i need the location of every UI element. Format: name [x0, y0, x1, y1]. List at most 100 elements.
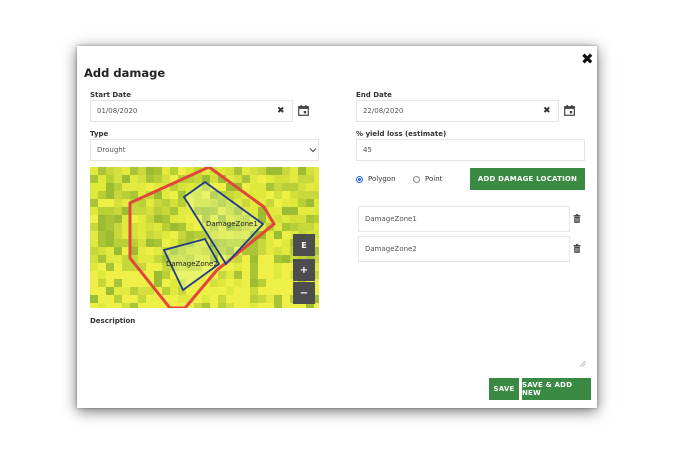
raster-cell: [290, 183, 298, 191]
raster-cell: [290, 191, 298, 199]
start-date-input[interactable]: 01/08/2020: [90, 100, 293, 122]
raster-cell: [282, 263, 290, 271]
save-and-add-new-button[interactable]: SAVE & ADD NEW: [522, 378, 591, 400]
raster-cell: [266, 255, 274, 263]
raster-cell: [234, 295, 242, 303]
zoom-in-button[interactable]: +: [293, 259, 315, 281]
raster-cell: [282, 271, 290, 279]
raster-cell: [242, 295, 250, 303]
raster-cell: [282, 247, 290, 255]
raster-cell: [178, 183, 186, 191]
raster-cell: [274, 231, 282, 239]
calendar-icon[interactable]: [298, 105, 309, 116]
raster-cell: [90, 255, 98, 263]
raster-cell: [146, 303, 154, 308]
raster-cell: [266, 263, 274, 271]
raster-cell: [154, 263, 162, 271]
raster-cell: [170, 191, 178, 199]
damage-map[interactable]: DamageZone1 DamageZone2 E + −: [90, 167, 319, 308]
raster-cell: [274, 303, 282, 308]
raster-cell: [258, 183, 266, 191]
raster-cell: [274, 295, 282, 303]
raster-cell: [178, 295, 186, 303]
description-textarea[interactable]: [90, 328, 587, 368]
raster-cell: [138, 279, 146, 287]
yield-loss-input[interactable]: 45: [356, 139, 585, 161]
raster-cell: [98, 167, 106, 175]
raster-cell: [290, 199, 298, 207]
edit-map-button[interactable]: E: [293, 234, 315, 256]
type-select[interactable]: Drought: [90, 139, 319, 161]
raster-cell: [138, 231, 146, 239]
raster-cell: [138, 295, 146, 303]
zone-name-field[interactable]: DamageZone2: [358, 236, 570, 262]
trash-icon[interactable]: [573, 214, 581, 223]
raster-cell: [242, 199, 250, 207]
raster-cell: [218, 287, 226, 295]
clear-end-date-icon[interactable]: ✖: [543, 106, 551, 116]
trash-icon[interactable]: [573, 244, 581, 253]
raster-cell: [282, 191, 290, 199]
raster-cell: [274, 287, 282, 295]
add-damage-location-button[interactable]: ADD DAMAGE LOCATION: [470, 168, 585, 190]
raster-cell: [298, 199, 306, 207]
raster-cell: [258, 303, 266, 308]
raster-cell: [170, 167, 178, 175]
raster-cell: [114, 239, 122, 247]
raster-cell: [306, 199, 314, 207]
raster-cell: [138, 255, 146, 263]
raster-cell: [114, 167, 122, 175]
raster-cell: [274, 175, 282, 183]
raster-cell: [202, 295, 210, 303]
raster-cell: [298, 191, 306, 199]
raster-cell: [282, 215, 290, 223]
raster-cell: [186, 231, 194, 239]
point-radio[interactable]: Point: [413, 175, 442, 183]
raster-cell: [242, 167, 250, 175]
raster-cell: [210, 303, 218, 308]
calendar-icon[interactable]: [564, 105, 575, 116]
raster-cell: [170, 279, 178, 287]
raster-cell: [162, 239, 170, 247]
raster-cell: [162, 207, 170, 215]
raster-cell: [138, 239, 146, 247]
raster-cell: [250, 175, 258, 183]
raster-cell: [178, 167, 186, 175]
raster-cell: [250, 303, 258, 308]
raster-cell: [122, 279, 130, 287]
raster-cell: [242, 183, 250, 191]
raster-cell: [114, 223, 122, 231]
raster-cell: [274, 191, 282, 199]
raster-cell: [226, 167, 234, 175]
raster-cell: [90, 303, 98, 308]
raster-cell: [242, 303, 250, 308]
polygon-radio[interactable]: Polygon: [356, 175, 396, 183]
raster-cell: [306, 175, 314, 183]
raster-cell: [218, 183, 226, 191]
clear-start-date-icon[interactable]: ✖: [277, 106, 285, 116]
map-canvas[interactable]: DamageZone1 DamageZone2: [90, 167, 319, 308]
end-date-input[interactable]: 22/08/2020: [356, 100, 559, 122]
raster-cell: [274, 255, 282, 263]
raster-cell: [154, 199, 162, 207]
raster-cell: [138, 183, 146, 191]
close-icon[interactable]: ✖: [581, 52, 594, 67]
raster-cell: [154, 167, 162, 175]
raster-cell: [162, 175, 170, 183]
raster-cell: [146, 207, 154, 215]
save-button[interactable]: SAVE: [489, 378, 519, 400]
raster-cell: [146, 167, 154, 175]
radio-selected-icon: [356, 175, 363, 183]
raster-cell: [106, 279, 114, 287]
resize-handle-icon[interactable]: [579, 360, 586, 367]
raster-cell: [242, 279, 250, 287]
raster-cell: [146, 223, 154, 231]
raster-cell: [98, 255, 106, 263]
raster-cell: [178, 223, 186, 231]
raster-cell: [266, 231, 274, 239]
raster-cell: [98, 263, 106, 271]
raster-cell: [130, 295, 138, 303]
raster-cell: [282, 287, 290, 295]
zoom-out-button[interactable]: −: [293, 282, 315, 304]
zone-name-field[interactable]: DamageZone1: [358, 206, 570, 232]
